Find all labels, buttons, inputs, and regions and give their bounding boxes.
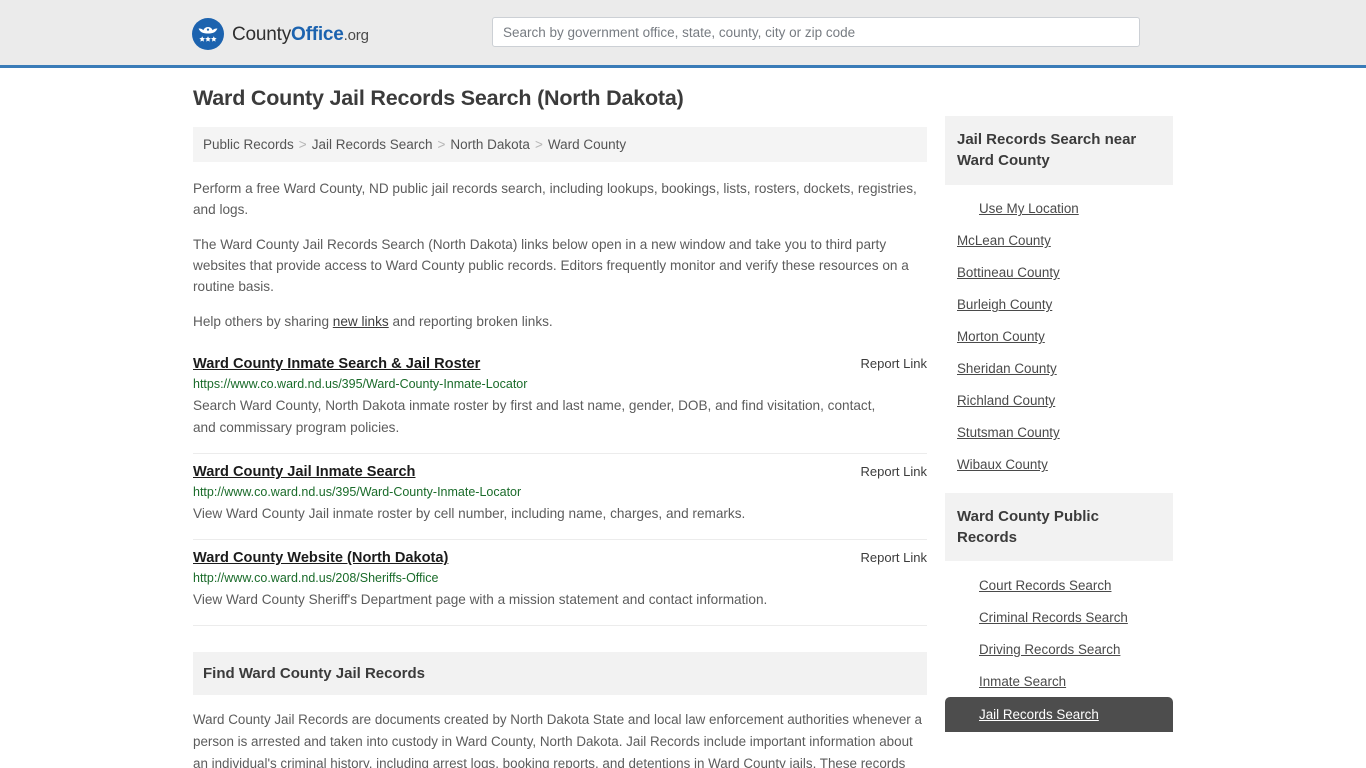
sidebar-panel: Jail Records Search near Ward County Use … [945, 116, 1173, 481]
site-logo[interactable]: CountyOffice.org [192, 18, 369, 50]
logo-text-office: Office [291, 23, 344, 45]
breadcrumb: Public Records > Jail Records Search > North… [193, 127, 927, 162]
result-title-link[interactable]: Ward County Inmate Search & Jail Roster [193, 356, 480, 372]
find-records-header: Find Ward County Jail Records [193, 652, 927, 696]
breadcrumb-separator: > [298, 137, 307, 152]
result-title-link[interactable]: Ward County Jail Inmate Search [193, 464, 415, 480]
find-records-body: Ward County Jail Records are documents c… [193, 712, 922, 768]
result-description: Search Ward County, North Dakota inmate … [193, 398, 876, 436]
result-description: View Ward County Jail inmate roster by c… [193, 506, 746, 522]
breadcrumb-item-3[interactable]: North Dakota [450, 137, 530, 152]
new-links-link[interactable]: new links [333, 314, 389, 329]
breadcrumb-separator: > [437, 137, 446, 152]
report-link-button[interactable]: Report Link [847, 356, 927, 371]
breadcrumb-item-1[interactable]: Public Records [203, 137, 294, 152]
main-column: Ward County Jail Records Search (North D… [193, 86, 927, 768]
page-title: Ward County Jail Records Search (North D… [193, 86, 684, 110]
sidebar-item-inmate-search[interactable]: Inmate Search [945, 665, 1173, 697]
sidebar-item-burleigh-county[interactable]: Burleigh County [945, 289, 1173, 321]
results-list: Ward County Inmate Search & Jail Roster R… [193, 350, 927, 627]
result-header: Ward County Jail Inmate Search Report Lin… [193, 464, 927, 480]
result-url[interactable]: https://www.co.ward.nd.us/395/Ward-Count… [193, 377, 927, 391]
breadcrumb-item-4[interactable]: Ward County [548, 137, 626, 152]
result-title-link[interactable]: Ward County Website (North Dakota) [193, 550, 448, 566]
sidebar-item-morton-county[interactable]: Morton County [945, 321, 1173, 353]
page-body: Ward County Jail Records Search (North D… [0, 68, 1366, 768]
help-prefix-text: Help others by sharing [193, 314, 333, 330]
sidebar-item-driving-records-search[interactable]: Driving Records Search [945, 633, 1173, 665]
report-link-button[interactable]: Report Link [847, 464, 927, 479]
result-url[interactable]: http://www.co.ward.nd.us/395/Ward-County… [193, 485, 927, 499]
result-item: Ward County Jail Inmate Search Report Lin… [193, 458, 927, 541]
sidebar-panel-header: Jail Records Search near Ward County [945, 116, 1173, 185]
result-item: Ward County Inmate Search & Jail Roster R… [193, 350, 927, 455]
sidebar-panel: Ward County Public Records Court Records … [945, 492, 1173, 733]
report-link-button[interactable]: Report Link [847, 550, 927, 565]
logo-text-county: County [232, 23, 292, 45]
result-header: Ward County Website (North Dakota) Report… [193, 550, 927, 566]
sidebar-item-bottineau-county[interactable]: Bottineau County [945, 257, 1173, 289]
sidebar-item-criminal-records-search[interactable]: Criminal Records Search [945, 601, 1173, 633]
sidebar-item-court-records-search[interactable]: Court Records Search [945, 569, 1173, 601]
sidebar: Jail Records Search near Ward County Use … [945, 86, 1173, 744]
sidebar-item-richland-county[interactable]: Richland County [945, 385, 1173, 417]
sidebar-item-jail-records-search[interactable]: Jail Records Search [945, 697, 1173, 733]
intro-paragraph-1: Perform a free Ward County, ND public ja… [193, 181, 917, 218]
sidebar-item-use-my-location[interactable]: Use My Location [945, 193, 1173, 225]
logo-text-org: .org [343, 26, 369, 44]
sidebar-panel-list: Use My Location McLean County Bottineau Co… [945, 185, 1173, 481]
sidebar-item-stutsman-county[interactable]: Stutsman County [945, 417, 1173, 449]
result-url[interactable]: http://www.co.ward.nd.us/208/Sheriffs-Of… [193, 571, 927, 585]
search-bar[interactable] [492, 17, 1140, 47]
sidebar-item-wibaux-county[interactable]: Wibaux County [945, 449, 1173, 481]
result-description: View Ward County Sheriff's Department pa… [193, 592, 768, 608]
result-header: Ward County Inmate Search & Jail Roster R… [193, 356, 927, 372]
eagle-shield-logo-icon [192, 18, 224, 50]
logo-wordmark: CountyOffice.org [232, 25, 369, 44]
breadcrumb-separator: > [534, 137, 543, 152]
sidebar-item-mclean-county[interactable]: McLean County [945, 225, 1173, 257]
sidebar-panel-header: Ward County Public Records [945, 492, 1173, 562]
result-item: Ward County Website (North Dakota) Report… [193, 544, 927, 627]
find-records-section: Find Ward County Jail Records Ward Count… [193, 652, 927, 768]
help-share-paragraph: Help others by sharing new links and rep… [193, 311, 927, 332]
breadcrumb-item-2[interactable]: Jail Records Search [312, 137, 433, 152]
site-header: CountyOffice.org [0, 0, 1366, 68]
sidebar-item-sheridan-county[interactable]: Sheridan County [945, 353, 1173, 385]
intro-paragraph-2: The Ward County Jail Records Search (Nor… [193, 237, 909, 295]
search-input[interactable] [492, 17, 1140, 47]
help-suffix-text: and reporting broken links. [388, 314, 553, 330]
sidebar-panel-list: Court Records Search Criminal Records Sea… [945, 561, 1173, 733]
